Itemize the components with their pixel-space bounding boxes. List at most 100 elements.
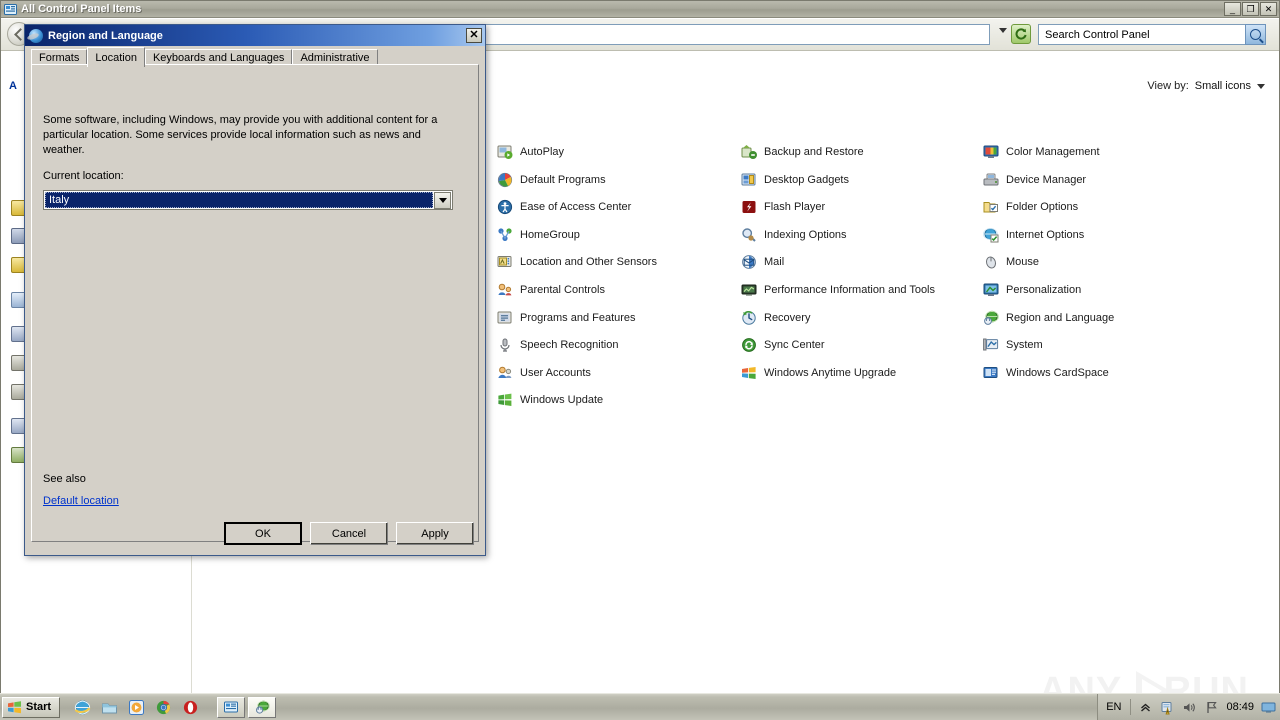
internet-options-icon <box>982 227 999 243</box>
cp-item-label: Windows CardSpace <box>1006 366 1109 379</box>
refresh-icon[interactable] <box>1011 24 1031 44</box>
cp-item-desktop-gadgets[interactable]: Desktop Gadgets <box>741 173 983 187</box>
opera-icon[interactable] <box>182 699 199 716</box>
window-title: All Control Panel Items <box>21 3 142 15</box>
cp-item-system[interactable]: System <box>983 338 1269 352</box>
cp-item-color-management[interactable]: Color Management <box>983 145 1269 159</box>
view-by-value[interactable]: Small icons <box>1195 80 1251 92</box>
cp-item-internet-options[interactable]: Internet Options <box>982 227 1269 243</box>
taskbar-buttons <box>217 696 277 718</box>
speaker-icon[interactable] <box>1182 700 1197 715</box>
internet-explorer-icon[interactable] <box>74 699 91 716</box>
search-icon[interactable] <box>1245 24 1266 45</box>
tab-administrative[interactable]: Administrative <box>292 49 378 65</box>
left-pane-heading: A <box>9 80 17 92</box>
view-by-control[interactable]: View by: Small icons <box>1147 80 1265 92</box>
show-desktop-icon[interactable] <box>1261 700 1276 715</box>
programs-features-icon <box>497 310 513 326</box>
cp-item-label: Default Programs <box>520 173 606 186</box>
close-icon[interactable]: ✕ <box>466 28 482 43</box>
dialog-titlebar[interactable]: Region and Language ✕ <box>25 25 485 46</box>
cp-item-indexing-options[interactable]: Indexing Options <box>741 228 983 242</box>
recovery-icon <box>741 310 757 326</box>
cp-item-mouse[interactable]: Mouse <box>983 255 1269 269</box>
chevron-up-icon[interactable] <box>1138 700 1153 715</box>
clock[interactable]: 08:49 <box>1226 701 1254 713</box>
chevron-down-icon[interactable] <box>999 28 1007 33</box>
sync-center-icon <box>741 337 757 353</box>
chevron-down-icon[interactable] <box>434 191 451 209</box>
user-accounts-icon <box>497 365 513 381</box>
network-flag-icon[interactable] <box>1204 700 1219 715</box>
cp-item-label: Sync Center <box>764 339 825 352</box>
cp-item-windows-update[interactable]: Windows Update <box>497 393 741 407</box>
apply-button[interactable]: Apply <box>396 522 474 545</box>
dialog-buttons: OK Cancel Apply <box>224 522 474 545</box>
cp-item-region-and-language[interactable]: Region and Language <box>983 310 1269 325</box>
cp-item-label: Backup and Restore <box>764 146 864 158</box>
default-location-link[interactable]: Default location <box>43 495 119 507</box>
cp-item-backup-and-restore[interactable]: Backup and Restore <box>741 145 983 159</box>
speech-recognition-icon <box>497 337 513 353</box>
taskbar-button-control-panel[interactable] <box>217 696 246 718</box>
taskbar-button-region-and-language[interactable] <box>248 696 277 718</box>
location-sensors-icon <box>497 254 513 270</box>
cp-item-sync-center[interactable]: Sync Center <box>741 337 983 353</box>
search-input[interactable]: Search Control Panel <box>1038 24 1266 45</box>
start-button[interactable]: Start <box>2 696 61 718</box>
cp-item-windows-anytime-upgrade[interactable]: Windows Anytime Upgrade <box>741 366 983 380</box>
chrome-icon[interactable] <box>155 699 172 716</box>
search-input-text: Search Control Panel <box>1045 28 1150 41</box>
chevron-down-icon[interactable] <box>1257 83 1265 89</box>
action-center-warning-icon[interactable] <box>1160 700 1175 715</box>
mouse-icon <box>983 254 999 270</box>
cp-item-homegroup[interactable]: HomeGroup <box>497 228 741 242</box>
desktop-gadgets-icon <box>741 172 757 188</box>
cp-item-parental-controls[interactable]: Parental Controls <box>497 283 741 297</box>
cancel-button[interactable]: Cancel <box>310 522 388 545</box>
tab-keyboards-and-languages[interactable]: Keyboards and Languages <box>144 49 293 65</box>
folder-options-icon <box>983 199 999 215</box>
current-location-value[interactable]: Italy <box>45 192 433 208</box>
cp-item-label: Mail <box>764 256 785 269</box>
tab-location[interactable]: Location <box>87 47 145 67</box>
tab-formats[interactable]: Formats <box>31 49 88 65</box>
ok-button[interactable]: OK <box>224 522 302 545</box>
cardspace-icon <box>983 365 999 381</box>
cp-item-label: Device Manager <box>1006 173 1087 186</box>
media-player-icon[interactable] <box>128 699 145 716</box>
close-button[interactable]: ✕ <box>1260 2 1277 16</box>
minimize-button[interactable]: _ <box>1224 2 1241 16</box>
cp-item-flash-player[interactable]: Flash Player <box>741 200 983 214</box>
dialog-title: Region and Language <box>48 29 163 42</box>
cp-item-recovery[interactable]: Recovery <box>741 310 983 326</box>
cp-item-default-programs[interactable]: Default Programs <box>497 172 741 187</box>
windows-explorer-icon[interactable] <box>101 699 118 716</box>
cp-item-label: Speech Recognition <box>520 339 619 352</box>
region-language-icon <box>29 28 43 43</box>
start-button-label: Start <box>26 701 52 713</box>
cp-item-windows-cardspace[interactable]: Windows CardSpace <box>983 366 1269 380</box>
cp-item-performance-information-and-tools[interactable]: Performance Information and Tools <box>741 283 983 297</box>
cp-item-user-accounts[interactable]: User Accounts <box>497 366 741 380</box>
cp-item-speech-recognition[interactable]: Speech Recognition <box>497 338 741 352</box>
maximize-button[interactable]: ❐ <box>1242 2 1259 16</box>
taskbar: Start EN 08:49 <box>0 693 1280 720</box>
cp-item-location-and-other-sensors[interactable]: Location and Other Sensors <box>497 255 741 269</box>
cp-item-mail[interactable]: Mail <box>741 255 983 270</box>
cp-item-label: HomeGroup <box>520 228 580 241</box>
cp-item-folder-options[interactable]: Folder Options <box>983 200 1269 214</box>
cp-item-device-manager[interactable]: Device Manager <box>983 173 1269 187</box>
cp-item-ease-of-access-center[interactable]: Ease of Access Center <box>497 200 741 215</box>
language-indicator[interactable]: EN <box>1106 701 1121 713</box>
cp-item-programs-and-features[interactable]: Programs and Features <box>497 311 741 325</box>
cp-item-autoplay[interactable]: AutoPlay <box>497 145 741 159</box>
control-panel-icon <box>4 3 17 16</box>
cp-item-label: Recovery <box>764 311 811 324</box>
cp-item-label: User Accounts <box>520 366 591 379</box>
autoplay-icon <box>497 144 513 160</box>
cp-item-label: Location and Other Sensors <box>520 256 657 269</box>
cp-item-personalization[interactable]: Personalization <box>983 283 1269 297</box>
system-tray: EN 08:49 <box>1097 694 1280 720</box>
current-location-combobox[interactable]: Italy <box>43 190 453 210</box>
